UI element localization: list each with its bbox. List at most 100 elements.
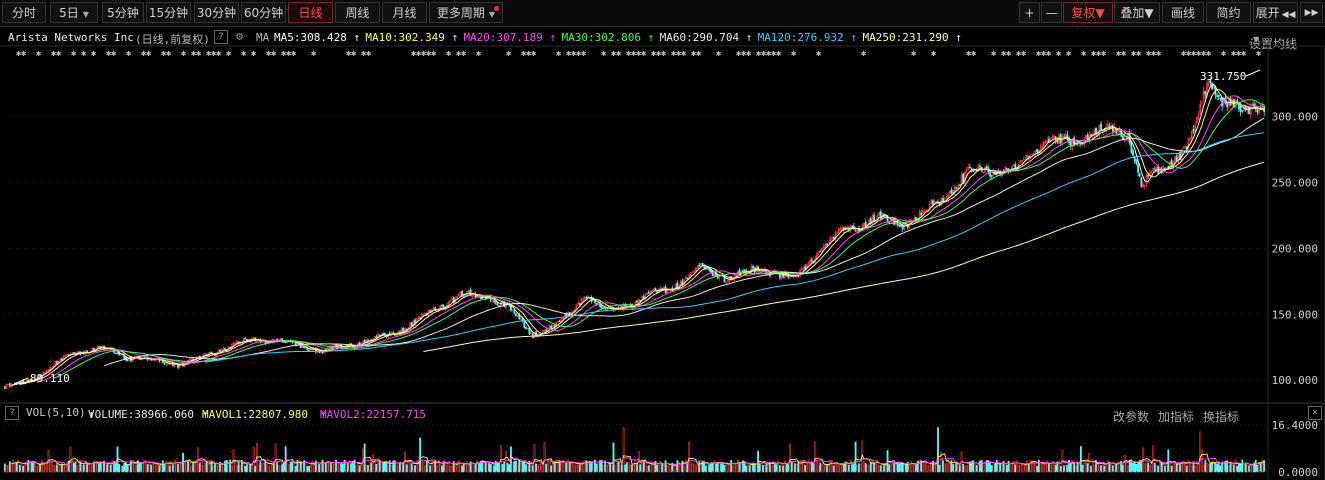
help-icon[interactable]: ? — [5, 406, 19, 420]
volume-bar — [1064, 464, 1067, 473]
event-marker: ✱ — [1021, 49, 1027, 59]
event-marker: ✱ — [1046, 49, 1052, 59]
volume-bar — [1254, 459, 1257, 473]
volume-bar — [98, 462, 100, 473]
candle-body — [116, 352, 119, 354]
volume-bar — [146, 463, 149, 473]
volume-bar — [444, 459, 447, 473]
volume-bar — [577, 462, 580, 473]
candle-body — [920, 213, 923, 215]
ma30-line — [53, 99, 1265, 380]
volume-bar — [526, 465, 529, 473]
volume-bar — [1135, 464, 1138, 473]
volume-bar — [631, 464, 633, 473]
volume-bar — [476, 460, 479, 473]
volume-bar — [632, 464, 635, 473]
event-marker: ✱ — [696, 49, 702, 59]
volume-bar — [573, 462, 576, 473]
volume-bar — [1016, 460, 1018, 473]
volume-bar — [1043, 463, 1045, 473]
volume-bar — [827, 463, 830, 473]
volume-bar — [24, 462, 26, 473]
volume-bar — [541, 465, 544, 473]
volume-bar — [1197, 463, 1200, 473]
volume-bar — [261, 463, 263, 473]
volume-bar — [999, 463, 1002, 473]
volume-bar — [420, 460, 423, 473]
volume-bar — [620, 464, 623, 473]
volume-bar — [343, 460, 346, 473]
event-marker: ✱ — [81, 49, 87, 59]
volume-bar — [501, 464, 504, 473]
candle-body — [898, 224, 901, 227]
candle-body — [979, 165, 981, 168]
volume-bar — [974, 464, 976, 473]
volume-bar — [467, 464, 470, 473]
volume-bar — [215, 462, 218, 473]
volume-bar — [878, 465, 881, 473]
volume-bar — [900, 463, 902, 473]
candle-body — [1226, 102, 1229, 107]
volume-bar — [370, 462, 373, 473]
volume-bar — [693, 463, 696, 473]
volume-bar — [141, 463, 144, 473]
event-marker: ✱ — [1101, 49, 1107, 59]
volume-bar — [1216, 463, 1218, 473]
candle-body — [1036, 149, 1039, 153]
close-icon[interactable]: ✕ — [1308, 406, 1322, 420]
candle-body — [479, 296, 482, 299]
switch-indicator-button[interactable]: 换指标 — [1203, 408, 1239, 425]
volume-bar — [705, 465, 707, 473]
event-marker: ✱ — [746, 49, 752, 59]
candle-body — [72, 352, 75, 355]
volume-bar — [160, 465, 163, 473]
high-price-label: 331.750 — [1200, 70, 1246, 83]
volume-bar — [341, 463, 344, 473]
edit-params-button[interactable]: 改参数 — [1113, 408, 1149, 425]
volume-bar — [1179, 464, 1181, 473]
add-indicator-button[interactable]: 加指标 — [1158, 408, 1194, 425]
event-marker: ✱ — [91, 49, 97, 59]
event-marker: ✱ — [1256, 49, 1262, 59]
volume-bar — [1162, 462, 1165, 473]
volume-bar — [629, 464, 632, 473]
volume-bar — [158, 465, 161, 473]
volume-bar — [933, 464, 936, 473]
price-tick-label: 200.000 — [1272, 242, 1318, 255]
event-marker: ✱ — [181, 49, 187, 59]
volume-bar — [331, 462, 334, 473]
price-tick-label: 250.000 — [1272, 177, 1318, 190]
volume-bar — [123, 463, 126, 473]
volume-bar — [735, 465, 738, 473]
volume-bar — [819, 462, 822, 473]
volume-bar — [795, 463, 798, 473]
volume-bar — [207, 464, 210, 473]
volume-bar — [533, 443, 536, 473]
volume-bar — [204, 463, 206, 473]
volume-bar — [812, 463, 815, 473]
volume-bar — [866, 463, 869, 473]
candle-body — [681, 280, 684, 285]
volume-bar — [1096, 464, 1099, 473]
volume-bar — [610, 465, 613, 473]
candle-body — [1132, 150, 1134, 156]
candle-body — [550, 325, 553, 329]
volume-bar — [8, 461, 11, 473]
volume-bar — [915, 464, 918, 473]
candle-body — [388, 332, 391, 335]
volume-bar — [689, 462, 692, 473]
volume-bar — [451, 465, 453, 473]
candle-body — [375, 336, 378, 338]
volume-bar — [513, 461, 516, 473]
volume-bar — [921, 461, 924, 473]
volume-bar — [1137, 463, 1139, 473]
volume-bar — [545, 463, 548, 473]
volume-bar — [895, 462, 897, 473]
ma5-line — [11, 83, 1265, 386]
volume-bar — [42, 463, 45, 473]
volume-bar — [140, 461, 142, 473]
candle-body — [701, 262, 704, 265]
volume-bar — [1049, 465, 1052, 473]
candle-body — [441, 304, 443, 307]
volume-bar — [318, 463, 321, 473]
